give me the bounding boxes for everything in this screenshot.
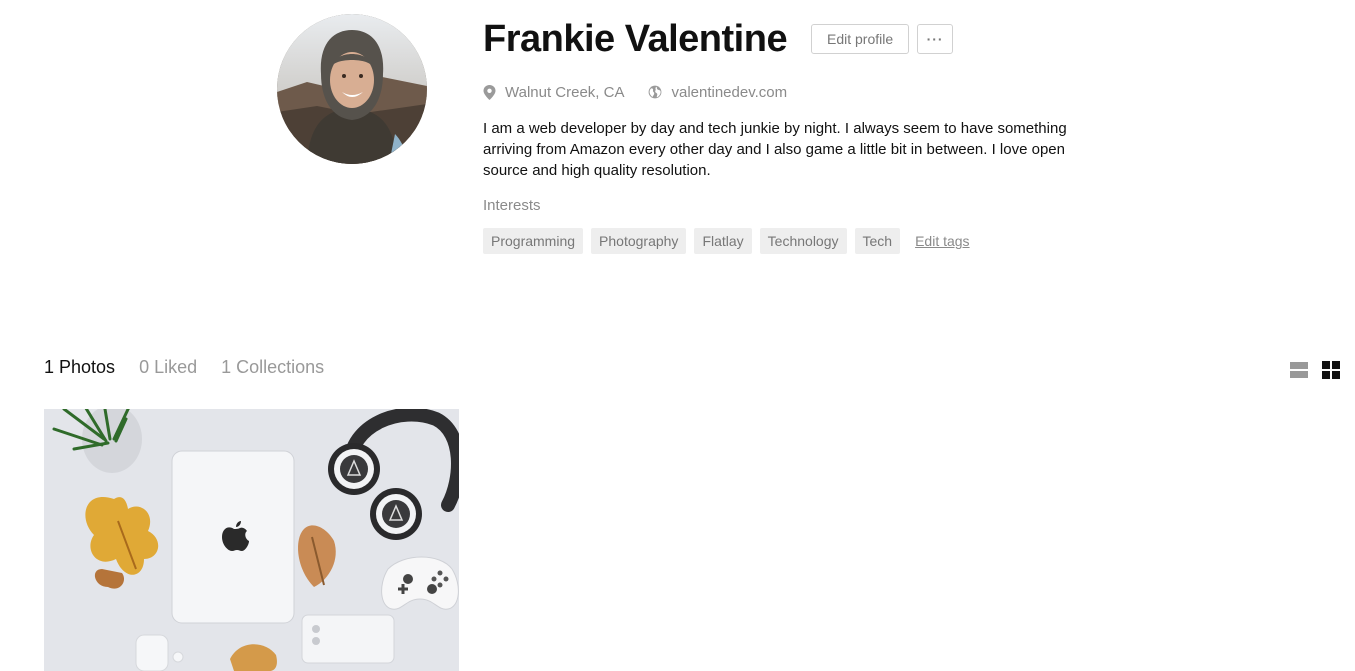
tab-count: 0 [139, 357, 150, 377]
name-row: Frankie Valentine Edit profile ··· [483, 14, 1123, 64]
website[interactable]: valentinedev.com [648, 84, 787, 101]
profile-header: Frankie Valentine Edit profile ··· Walnu… [483, 14, 1123, 254]
edit-tags-link[interactable]: Edit tags [915, 233, 969, 249]
tab-count: 1 [44, 357, 55, 377]
tab-collections[interactable]: 1 Collections [221, 357, 324, 378]
tab-photos[interactable]: 1 Photos [44, 357, 115, 378]
photo-thumbnail[interactable] [44, 409, 459, 671]
edit-profile-button[interactable]: Edit profile [811, 24, 910, 54]
tag-tech[interactable]: Tech [854, 228, 901, 254]
interests-label: Interests [483, 197, 541, 214]
tab-label: Liked [154, 357, 198, 377]
profile-bio: I am a web developer by day and tech jun… [483, 120, 1067, 179]
interest-tags: Programming Photography Flatlay Technolo… [483, 228, 1123, 254]
map-pin-icon [483, 84, 496, 100]
location-text: Walnut Creek, CA [505, 83, 625, 101]
globe-icon [649, 85, 662, 99]
profile-tabs: 1 Photos 0 Liked 1 Collections [44, 357, 348, 378]
tab-count: 1 [221, 357, 232, 377]
tag-programming[interactable]: Programming [483, 228, 584, 254]
list-view-icon[interactable] [1290, 361, 1308, 379]
tag-photography[interactable]: Photography [591, 228, 687, 254]
avatar[interactable] [277, 14, 427, 164]
website-link[interactable]: valentinedev.com [671, 84, 787, 101]
location: Walnut Creek, CA [483, 84, 624, 101]
grid-view-icon[interactable] [1322, 361, 1340, 379]
tab-liked[interactable]: 0 Liked [139, 357, 197, 378]
profile-name: Frankie Valentine [483, 18, 788, 60]
tag-flatlay[interactable]: Flatlay [694, 228, 752, 254]
more-options-button[interactable]: ··· [917, 24, 954, 54]
profile-page: Frankie Valentine Edit profile ··· Walnu… [0, 0, 1355, 671]
tab-label: Photos [59, 357, 116, 377]
profile-meta: Walnut Creek, CA valentinedev.com [483, 82, 1123, 102]
tab-label: Collections [236, 357, 325, 377]
tag-technology[interactable]: Technology [759, 228, 847, 254]
view-toggle [1290, 361, 1340, 379]
